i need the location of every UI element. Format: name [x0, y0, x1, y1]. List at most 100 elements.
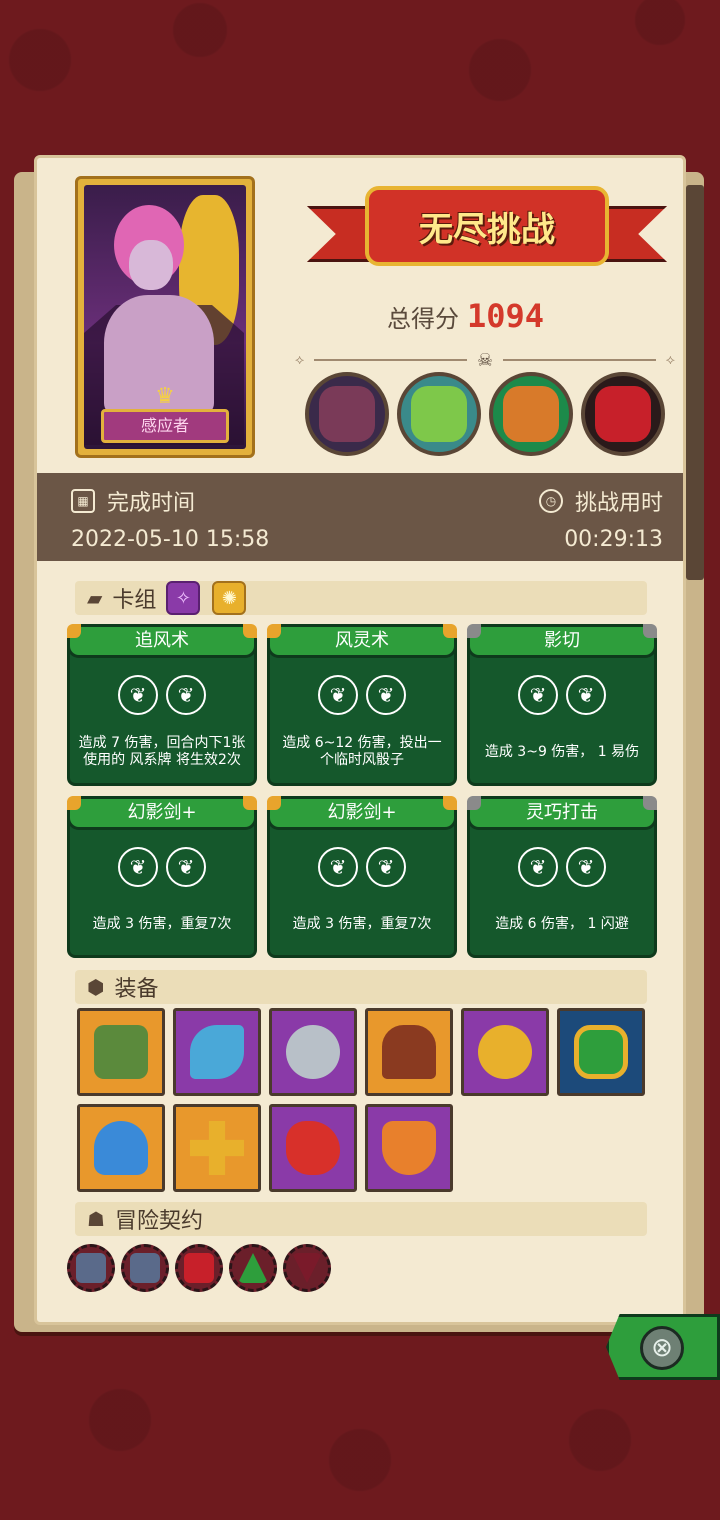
wind-cost-icon: ❦ [518, 847, 558, 887]
boss-stone-golem-icon[interactable] [305, 372, 389, 456]
equipment-emerald-amulet[interactable] [557, 1008, 645, 1096]
shadow-class-icon[interactable]: ✧ [166, 581, 201, 615]
banner-plate: 无尽挑战 [365, 186, 609, 266]
equipment-gold-ring[interactable] [461, 1008, 549, 1096]
wind-cost-icon: ❦ [566, 847, 606, 887]
wind-cost-icon: ❦ [318, 847, 358, 887]
card-cost: ❦ ❦ [470, 675, 654, 715]
wind-cost-icon: ❦ [318, 675, 358, 715]
duration-value: 00:29:13 [564, 527, 663, 552]
completion-time-value: 2022-05-10 15:58 [71, 527, 270, 552]
score-label: 总得分 [387, 304, 459, 333]
hood-icon [382, 1025, 436, 1079]
card-corner [67, 624, 81, 638]
equipment-curved-blade[interactable] [173, 1008, 261, 1096]
blue-mushroom-icon [94, 1121, 148, 1175]
equipment-label: 装备 [114, 977, 159, 1002]
wind-cost-icon: ❦ [518, 675, 558, 715]
card-corner [467, 624, 481, 638]
sword-contract-icon [76, 1253, 106, 1283]
page-title: 无尽挑战 [419, 209, 555, 250]
card-title: 影切 [467, 624, 657, 658]
wind-cost-icon: ❦ [118, 847, 158, 887]
scrollbar[interactable] [686, 185, 704, 580]
card-corner [267, 796, 281, 810]
card-cost: ❦ ❦ [470, 847, 654, 887]
equipment-blue-mushroom[interactable] [77, 1104, 165, 1192]
hero-portrait[interactable]: ♛ 感应者 [75, 176, 255, 458]
card-corner [643, 624, 657, 638]
boss-dragon-icon[interactable] [397, 372, 481, 456]
card-title: 幻影剑+ [67, 796, 257, 830]
divider-line [314, 359, 467, 361]
completion-time-header: ▦ 完成时间 [71, 485, 195, 517]
hero-name: 感应者 [101, 409, 229, 443]
card-corner [643, 796, 657, 810]
card-corner [67, 796, 81, 810]
wind-cost-icon: ❦ [118, 675, 158, 715]
equipment-fire-shield[interactable] [365, 1104, 453, 1192]
wind-cost-icon: ❦ [366, 675, 406, 715]
card-corner [243, 796, 257, 810]
card-description: 造成 3 伤害，重复7次 [292, 915, 432, 932]
deck-card[interactable]: 灵巧打击 ❦ ❦ 造成 6 伤害， 1 闪避 [467, 796, 657, 958]
card-corner [443, 796, 457, 810]
wind-cost-icon: ❦ [166, 847, 206, 887]
equipment-header: ⬢ 装备 [75, 970, 647, 1004]
red-potion-icon [286, 1121, 340, 1175]
score-value: 1094 [467, 297, 545, 335]
card-description: 造成 7 伤害，回合内下1张使用的 风系牌 将生效2次 [78, 735, 246, 768]
silver-ring-icon [286, 1025, 340, 1079]
completion-time-label: 完成时间 [107, 491, 196, 516]
wind-class-icon[interactable]: ✺ [212, 581, 247, 615]
card-cost: ❦ ❦ [70, 847, 254, 887]
contracts-header: ☗ 冒险契约 [75, 1202, 647, 1236]
equipment-red-potion[interactable] [269, 1104, 357, 1192]
contract-blood[interactable] [175, 1244, 223, 1292]
card-title: 风灵术 [267, 624, 457, 658]
curved-blade-icon [190, 1025, 244, 1079]
contract-shield[interactable] [283, 1244, 331, 1292]
deck-card[interactable]: 幻影剑+ ❦ ❦ 造成 3 伤害，重复7次 [267, 796, 457, 958]
shield-contract-icon [292, 1253, 322, 1283]
equipment-green-book[interactable] [77, 1008, 165, 1096]
contract-book[interactable] [121, 1244, 169, 1292]
title-banner: 无尽挑战 [307, 186, 667, 286]
card-description: 造成 6~12 伤害，投出一个临时风骰子 [282, 735, 442, 768]
stopwatch-icon: ◷ [538, 489, 563, 513]
close-icon[interactable]: ⊗ [640, 1326, 684, 1370]
duration-header: ◷ 挑战用时 [538, 485, 663, 517]
deck-card[interactable]: 影切 ❦ ❦ 造成 3~9 伤害， 1 易伤 [467, 624, 657, 786]
card-title: 幻影剑+ [267, 796, 457, 830]
card-description: 造成 3 伤害，重复7次 [92, 915, 232, 932]
card-corner [467, 796, 481, 810]
card-title: 追风术 [67, 624, 257, 658]
book-contract-icon [130, 1253, 160, 1283]
deck-card[interactable]: 幻影剑+ ❦ ❦ 造成 3 伤害，重复7次 [67, 796, 257, 958]
duration-label: 挑战用时 [574, 491, 663, 516]
deck-label: 卡组 [112, 588, 157, 613]
star-contract-icon [238, 1253, 268, 1283]
cards-icon: ▰ [87, 586, 103, 610]
contract-sword[interactable] [67, 1244, 115, 1292]
card-cost: ❦ ❦ [270, 847, 454, 887]
card-cost: ❦ ❦ [70, 675, 254, 715]
boss-fish-icon[interactable] [489, 372, 573, 456]
score-row: 总得分 1094 [387, 296, 607, 336]
divider-arrow-left-icon: ⟡ [295, 352, 305, 368]
deck-card[interactable]: 风灵术 ❦ ❦ 造成 6~12 伤害，投出一个临时风骰子 [267, 624, 457, 786]
equipment-silver-ring[interactable] [269, 1008, 357, 1096]
gold-ring-icon [478, 1025, 532, 1079]
equipment-golden-cross[interactable] [173, 1104, 261, 1192]
contract-star[interactable] [229, 1244, 277, 1292]
wind-cost-icon: ❦ [566, 675, 606, 715]
calendar-icon: ▦ [71, 489, 95, 513]
crown-icon: ♛ [155, 384, 175, 409]
boss-red-hat-icon[interactable] [581, 372, 665, 456]
equipment-hood[interactable] [365, 1008, 453, 1096]
person-icon: ☗ [87, 1207, 105, 1231]
box-icon: ⬢ [87, 975, 105, 999]
wind-cost-icon: ❦ [166, 675, 206, 715]
deck-card[interactable]: 追风术 ❦ ❦ 造成 7 伤害，回合内下1张使用的 风系牌 将生效2次 [67, 624, 257, 786]
completion-info: ▦ 完成时间 2022-05-10 15:58 ◷ 挑战用时 00:29:13 [37, 473, 683, 561]
